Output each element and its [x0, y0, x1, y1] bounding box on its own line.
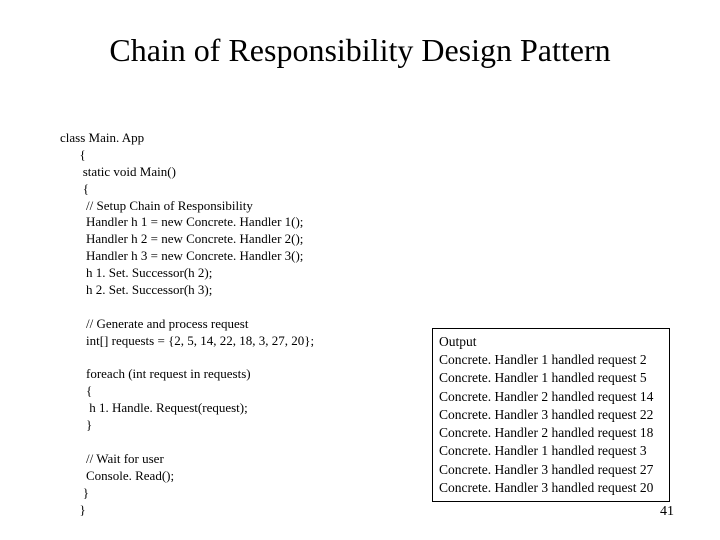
output-line: Concrete. Handler 1 handled request 2: [439, 351, 663, 369]
output-line: Concrete. Handler 3 handled request 27: [439, 461, 663, 479]
slide-title: Chain of Responsibility Design Pattern: [0, 32, 720, 69]
output-box: Output Concrete. Handler 1 handled reque…: [432, 328, 670, 502]
output-line: Concrete. Handler 1 handled request 3: [439, 442, 663, 460]
page-number: 41: [660, 504, 674, 520]
output-line: Concrete. Handler 3 handled request 22: [439, 406, 663, 424]
output-line: Concrete. Handler 1 handled request 5: [439, 369, 663, 387]
slide: Chain of Responsibility Design Pattern c…: [0, 0, 720, 540]
output-header: Output: [439, 333, 663, 351]
output-line: Concrete. Handler 3 handled request 20: [439, 479, 663, 497]
output-line: Concrete. Handler 2 handled request 14: [439, 388, 663, 406]
code-block: class Main. App { static void Main() { /…: [60, 130, 420, 518]
output-line: Concrete. Handler 2 handled request 18: [439, 424, 663, 442]
